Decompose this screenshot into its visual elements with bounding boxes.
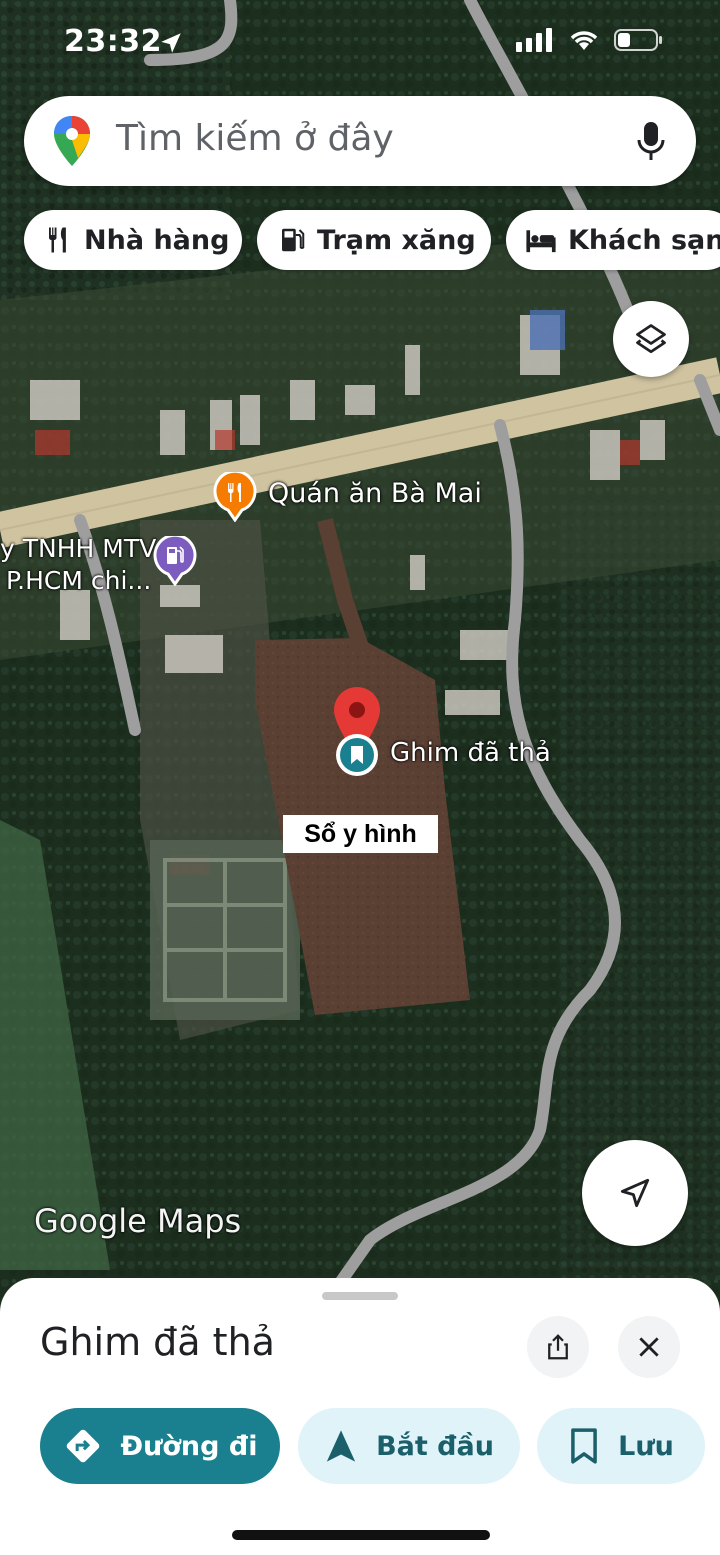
- gas-station-icon: [277, 225, 307, 255]
- navigation-arrow-icon: [616, 1174, 654, 1212]
- start-label: Bắt đầu: [376, 1430, 494, 1462]
- my-location-button[interactable]: [582, 1140, 688, 1246]
- poi-gas-label-line1[interactable]: y TNHH MTV: [0, 534, 156, 563]
- save-label: Lưu: [618, 1430, 674, 1462]
- directions-label: Đường đi: [120, 1430, 258, 1462]
- hotel-icon: [524, 225, 558, 255]
- gas-pin-icon: [153, 533, 197, 587]
- sheet-drag-handle[interactable]: [322, 1292, 398, 1300]
- dropped-pin-badge: [334, 732, 380, 783]
- location-arrow-icon: [158, 30, 184, 61]
- poi-restaurant-label[interactable]: Quán ăn Bà Mai: [268, 478, 482, 509]
- poi-gas-marker[interactable]: [152, 533, 198, 591]
- chip-label: Trạm xăng: [317, 224, 476, 256]
- restaurant-pin-icon: [213, 469, 257, 523]
- place-bottom-sheet[interactable]: Ghim đã thả Đường đi Bắt đầu Lưu: [0, 1278, 720, 1555]
- microphone-icon[interactable]: [636, 120, 666, 167]
- bookmark-icon: [568, 1427, 600, 1465]
- directions-icon: [63, 1426, 103, 1466]
- chip-restaurants[interactable]: Nhà hàng: [24, 210, 242, 270]
- poi-gas-label-line2[interactable]: P.HCM chi...: [6, 566, 151, 595]
- chip-gas-stations[interactable]: Trạm xăng: [257, 210, 491, 270]
- search-input[interactable]: Tìm kiếm ở đây: [116, 118, 394, 159]
- layers-icon: [633, 321, 669, 357]
- place-title: Ghim đã thả: [40, 1320, 275, 1364]
- chip-label: Khách sạn: [568, 224, 720, 256]
- poi-restaurant-marker[interactable]: [212, 469, 258, 527]
- navigation-start-icon: [324, 1427, 358, 1465]
- home-indicator[interactable]: [232, 1530, 490, 1540]
- google-maps-watermark: Google Maps: [34, 1202, 242, 1240]
- layers-button[interactable]: [613, 301, 689, 377]
- battery-icon: [614, 28, 664, 57]
- directions-button[interactable]: Đường đi: [40, 1408, 280, 1484]
- close-button[interactable]: [618, 1316, 680, 1378]
- restaurant-icon: [44, 225, 74, 255]
- share-icon: [543, 1332, 573, 1362]
- chip-label: Nhà hàng: [84, 224, 230, 256]
- share-button[interactable]: [527, 1316, 589, 1378]
- wifi-icon: [568, 28, 600, 57]
- close-icon: [636, 1334, 662, 1360]
- overlay-caption: Sổ y hình: [283, 815, 438, 853]
- dropped-pin-label[interactable]: Ghim đã thả: [390, 738, 551, 768]
- clock: 23:32: [64, 24, 162, 59]
- start-button[interactable]: Bắt đầu: [298, 1408, 520, 1484]
- save-button[interactable]: Lưu: [537, 1408, 705, 1484]
- search-bar[interactable]: Tìm kiếm ở đây: [24, 96, 696, 186]
- pin-badge-icon: [336, 734, 378, 776]
- cellular-signal-icon: [516, 28, 554, 57]
- status-bar: 23:32: [0, 0, 720, 86]
- overlay-caption-text: Sổ y hình: [304, 819, 417, 848]
- google-maps-logo-icon: [52, 114, 92, 173]
- chip-hotels[interactable]: Khách sạn: [506, 210, 720, 270]
